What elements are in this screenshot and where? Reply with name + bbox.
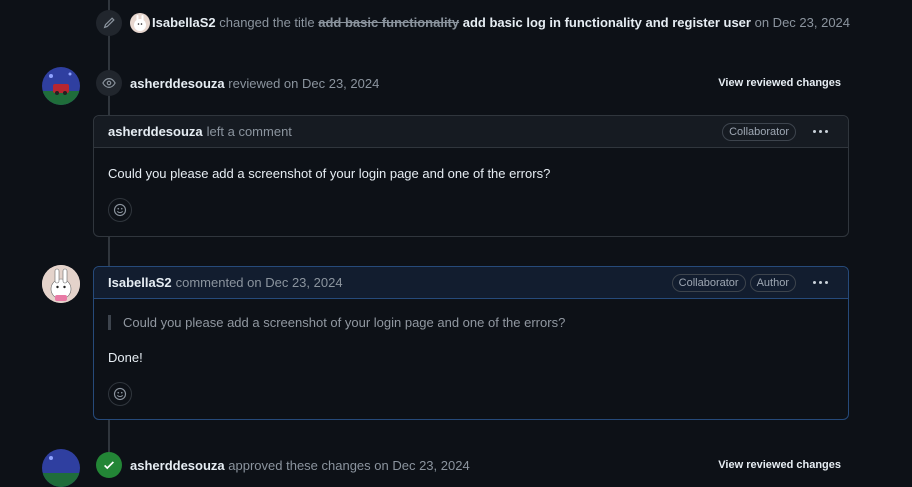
view-reviewed-changes-button[interactable]: View reviewed changes xyxy=(718,77,841,89)
approve-user-link[interactable]: asherddesouza xyxy=(130,458,225,473)
add-reaction-button[interactable] xyxy=(108,382,132,406)
avatar-isabella[interactable] xyxy=(42,265,80,303)
eye-icon xyxy=(102,78,116,88)
rename-user-link[interactable]: IsabellaS2 xyxy=(152,15,216,30)
avatar-asherddesouza[interactable] xyxy=(42,67,80,105)
kebab-icon[interactable] xyxy=(806,123,834,141)
new-title: add basic log in functionality and regis… xyxy=(462,15,751,30)
pencil-icon xyxy=(103,17,115,29)
rename-date[interactable]: on Dec 23, 2024 xyxy=(755,15,850,30)
reply-comment-header: IsabellaS2 commented on Dec 23, 2024 Col… xyxy=(94,267,848,299)
review-event-text: asherddesouza reviewed on Dec 23, 2024 xyxy=(130,76,379,91)
smiley-icon xyxy=(113,387,127,401)
smiley-icon xyxy=(113,203,127,217)
review-comment-action: left a comment xyxy=(206,124,292,139)
reply-comment-action[interactable]: commented on Dec 23, 2024 xyxy=(176,275,343,290)
collaborator-label: Collaborator xyxy=(671,273,746,292)
avatar-asherddesouza[interactable] xyxy=(42,449,80,487)
view-reviewed-changes-button[interactable]: View reviewed changes xyxy=(718,459,841,471)
reply-comment-body: Done! xyxy=(108,350,143,365)
review-comment-header: asherddesouza left a comment Collaborato… xyxy=(94,116,848,148)
approve-event-text: asherddesouza approved these changes on … xyxy=(130,458,470,473)
review-badge xyxy=(96,70,122,96)
avatar-isabella-small[interactable] xyxy=(130,13,150,33)
review-action[interactable]: reviewed on Dec 23, 2024 xyxy=(228,76,379,91)
review-user-link[interactable]: asherddesouza xyxy=(130,76,225,91)
rename-badge xyxy=(96,10,122,36)
kebab-icon[interactable] xyxy=(806,274,834,292)
rename-event-text: IsabellaS2 changed the title add basic f… xyxy=(152,15,850,30)
author-label: Author xyxy=(749,273,796,292)
approve-action[interactable]: approved these changes on Dec 23, 2024 xyxy=(228,458,469,473)
rename-action: changed the title xyxy=(219,15,315,30)
reply-comment-author[interactable]: IsabellaS2 xyxy=(108,275,172,290)
collaborator-label: Collaborator xyxy=(722,122,796,141)
quoted-reply: Could you please add a screenshot of you… xyxy=(108,315,565,330)
review-comment-author[interactable]: asherddesouza xyxy=(108,124,203,139)
approve-badge xyxy=(96,452,122,478)
add-reaction-button[interactable] xyxy=(108,198,132,222)
reply-comment-card: IsabellaS2 commented on Dec 23, 2024 Col… xyxy=(93,266,849,420)
check-icon xyxy=(104,461,114,470)
old-title: add basic functionality xyxy=(318,15,460,30)
review-comment-body: Could you please add a screenshot of you… xyxy=(108,166,551,181)
review-comment-card: asherddesouza left a comment Collaborato… xyxy=(93,115,849,237)
